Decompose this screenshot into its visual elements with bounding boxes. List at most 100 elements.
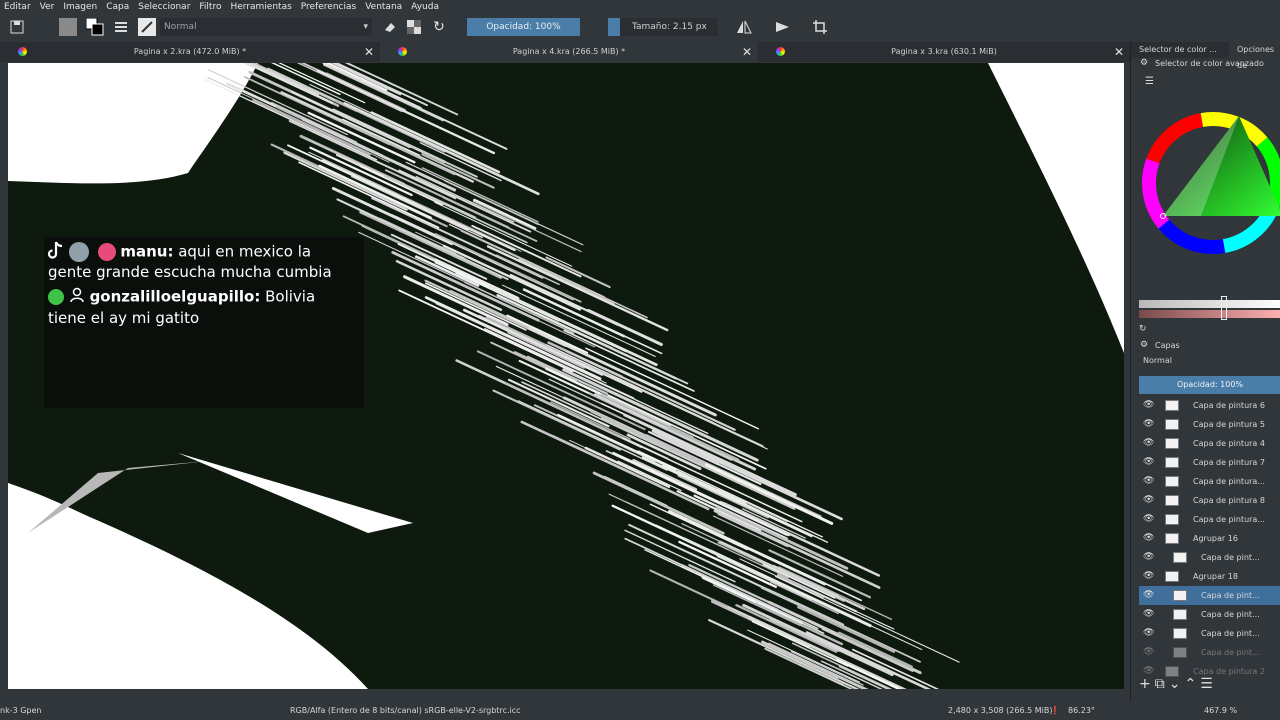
tab-pagina-4[interactable]: Pagina x 4.kra (266.5 MiB) * ✕	[380, 42, 758, 62]
menu-ayuda[interactable]: Ayuda	[411, 2, 439, 12]
toolbar: Normal ▾ ↻ Opacidad: 100% Tamaño: 2.15 p…	[0, 14, 1280, 41]
blend-mode-select[interactable]: Normal ▾	[160, 18, 372, 36]
layer-row[interactable]: 👁 Capa de pintura...	[1139, 510, 1280, 529]
layer-name: Capa de pintura 5	[1193, 420, 1265, 429]
visibility-eye-icon[interactable]: 👁	[1143, 624, 1155, 643]
settings-icon[interactable]: ⚙	[1140, 58, 1148, 68]
right-dock: Selector de color ... Opciones de Select…	[1130, 42, 1280, 702]
tab-pagina-3[interactable]: Pagina x 3.kra (630.1 MiB) ✕	[758, 42, 1130, 62]
chat-text: tiene el ay mi gatito	[48, 309, 200, 327]
move-down-icon[interactable]: ⌄	[1169, 676, 1181, 696]
brush-presets-icon[interactable]	[112, 18, 130, 36]
layer-name: Agrupar 18	[1193, 572, 1238, 581]
visibility-eye-icon[interactable]: 👁	[1143, 453, 1155, 472]
layer-row[interactable]: 👁 Capa de pintura 7	[1139, 453, 1280, 472]
layer-name: Capa de pint...	[1201, 648, 1260, 657]
visibility-eye-icon[interactable]: 👁	[1143, 586, 1155, 605]
chat-text: aqui en mexico la	[173, 242, 312, 261]
layer-row[interactable]: 👁 Agrupar 16	[1139, 529, 1280, 548]
menu-capa[interactable]: Capa	[106, 2, 129, 12]
layer-thumbnail	[1173, 552, 1187, 563]
layer-row[interactable]: 👁 Capa de pintura 6	[1139, 396, 1280, 415]
menu-preferencias[interactable]: Preferencias	[301, 2, 356, 12]
brush-preview-icon[interactable]	[138, 18, 156, 36]
visibility-eye-icon[interactable]: 👁	[1143, 529, 1155, 548]
value-slider[interactable]	[1139, 300, 1280, 308]
layer-row[interactable]: 👁 Capa de pint...	[1139, 548, 1280, 567]
layer-thumbnail	[1173, 628, 1187, 639]
visibility-eye-icon[interactable]: 👁	[1143, 491, 1155, 510]
reload-preset-icon[interactable]: ↻	[430, 18, 448, 36]
stream-chat-overlay: manu: aqui en mexico la gente grande esc…	[44, 237, 364, 408]
layer-row[interactable]: 👁 Capa de pint...	[1139, 643, 1280, 662]
eraser-icon[interactable]	[380, 18, 398, 36]
status-zoom: 467.9 %	[1204, 706, 1238, 715]
close-icon[interactable]: ✕	[1114, 42, 1124, 62]
fg-bg-color-icon[interactable]	[86, 18, 104, 36]
layer-thumbnail	[1165, 419, 1179, 430]
layer-thumbnail	[1165, 476, 1179, 487]
visibility-eye-icon[interactable]: 👁	[1143, 472, 1155, 491]
avatar	[68, 242, 89, 262]
duplicate-layer-icon[interactable]: ⧉	[1155, 676, 1165, 696]
chat-username: manu:	[120, 242, 174, 261]
menu-imagen[interactable]: Imagen	[63, 2, 97, 12]
menu-bar: Editar Ver Imagen Capa Seleccionar Filtr…	[0, 0, 1280, 14]
opacity-slider[interactable]: Opacidad: 100%	[467, 18, 580, 36]
menu-ventana[interactable]: Ventana	[365, 2, 402, 12]
status-bar: nk-3 Gpen RGB/Alfa (Entero de 8 bits/can…	[0, 702, 1280, 720]
visibility-eye-icon[interactable]: 👁	[1143, 567, 1155, 586]
move-up-icon[interactable]: ⌃	[1184, 676, 1196, 696]
chat-username: gonzalilloelguapillo:	[89, 287, 261, 306]
visibility-eye-icon[interactable]: 👁	[1143, 605, 1155, 624]
visibility-eye-icon[interactable]: 👁	[1143, 548, 1155, 567]
layer-opacity-slider[interactable]: Opacidad: 100%	[1139, 376, 1280, 394]
menu-herramientas[interactable]: Herramientas	[230, 2, 291, 12]
visibility-eye-icon[interactable]: 👁	[1143, 643, 1155, 662]
layer-thumbnail	[1173, 590, 1187, 601]
tab-color-selector[interactable]: Selector de color ...	[1131, 42, 1229, 58]
layer-row[interactable]: 👁 Capa de pintura...	[1139, 472, 1280, 491]
close-icon[interactable]: ✕	[742, 42, 752, 62]
menu-filtro[interactable]: Filtro	[199, 2, 221, 12]
settings-icon[interactable]: ⚙	[1140, 340, 1148, 350]
tab-pagina-2[interactable]: Pagina x 2.kra (472.0 MiB) * ✕	[0, 42, 380, 62]
layer-row[interactable]: 👁 Capa de pint...	[1139, 624, 1280, 643]
size-slider[interactable]: Tamaño: 2.15 px	[608, 18, 718, 36]
layer-row[interactable]: 👁 Agrupar 18	[1139, 567, 1280, 586]
refresh-icon[interactable]: ↻	[1139, 324, 1147, 334]
layer-name: Capa de pintura...	[1193, 477, 1265, 486]
save-icon[interactable]	[8, 18, 26, 36]
red-slider[interactable]	[1139, 310, 1280, 318]
slider-handle[interactable]	[1221, 296, 1227, 320]
visibility-eye-icon[interactable]: 👁	[1143, 415, 1155, 434]
tab-tool-options[interactable]: Opciones de	[1229, 42, 1280, 70]
wrap-around-icon[interactable]	[811, 18, 829, 36]
layer-row[interactable]: 👁 Capa de pintura 4	[1139, 434, 1280, 453]
layer-row[interactable]: 👁 Capa de pint...	[1139, 586, 1280, 605]
layer-actions: + ⧉ ⌄ ⌃ ☰	[1139, 676, 1280, 696]
close-icon[interactable]: ✕	[364, 42, 374, 62]
layer-row[interactable]: 👁 Capa de pint...	[1139, 605, 1280, 624]
menu-seleccionar[interactable]: Seleccionar	[138, 2, 190, 12]
chat-text: Bolivia	[260, 287, 316, 306]
layer-row[interactable]: 👁 Capa de pintura 8	[1139, 491, 1280, 510]
list-icon[interactable]: ☰	[1145, 76, 1154, 87]
pattern-swatch-icon[interactable]	[58, 18, 78, 36]
color-wheel[interactable]	[1141, 98, 1280, 268]
layer-menu-icon[interactable]: ☰	[1200, 676, 1213, 696]
add-layer-icon[interactable]: +	[1139, 676, 1151, 696]
visibility-eye-icon[interactable]: 👁	[1143, 510, 1155, 529]
visibility-eye-icon[interactable]: 👁	[1143, 396, 1155, 415]
mirror-horizontal-icon[interactable]	[735, 18, 753, 36]
layer-row[interactable]: 👁 Capa de pintura 5	[1139, 415, 1280, 434]
menu-editar[interactable]: Editar	[4, 2, 31, 12]
layer-blend-select[interactable]: Normal	[1139, 354, 1280, 368]
layer-thumbnail	[1165, 438, 1179, 449]
mirror-vertical-icon[interactable]	[774, 18, 792, 36]
tab-label: Pagina x 3.kra (630.1 MiB)	[891, 47, 997, 56]
visibility-eye-icon[interactable]: 👁	[1143, 434, 1155, 453]
alpha-lock-icon[interactable]	[405, 18, 423, 36]
layer-name: Capa de pintura...	[1193, 515, 1265, 524]
menu-ver[interactable]: Ver	[40, 2, 55, 12]
